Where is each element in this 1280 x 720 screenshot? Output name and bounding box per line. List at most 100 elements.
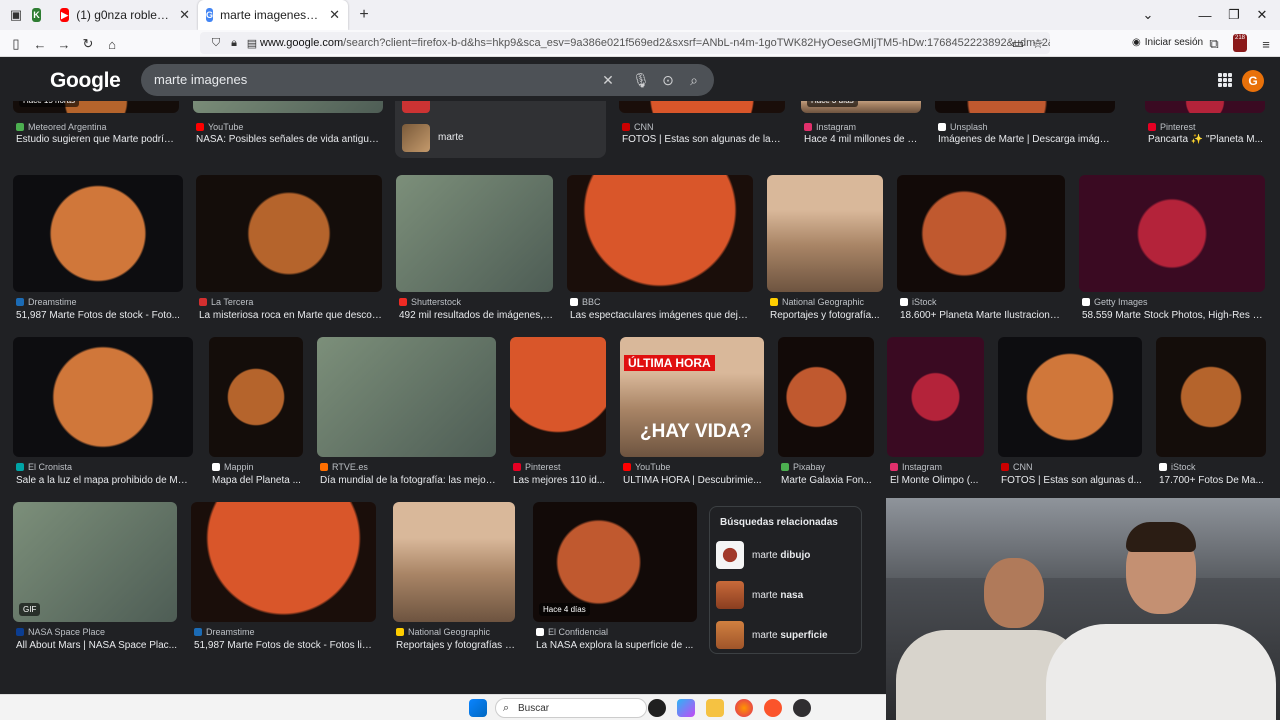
result-caption[interactable]: FOTOS | Estas son algunas d... [1001, 475, 1142, 486]
result-source[interactable]: Mappin [212, 462, 254, 472]
reload-icon[interactable]: ↻ [76, 32, 100, 56]
result-caption[interactable]: La misteriosa roca en Marte que descon..… [199, 310, 382, 321]
bookmark-star-icon[interactable]: ☆ [1026, 32, 1050, 56]
result-thumbnail[interactable] [13, 175, 183, 292]
result-source[interactable]: El Confidencial [536, 627, 608, 637]
back-icon[interactable]: ← [28, 32, 52, 56]
result-thumbnail[interactable] [567, 175, 753, 292]
image-result-card[interactable]: Dreamstime 51,987 Marte Fotos de stock - … [191, 502, 376, 654]
page-info-icon[interactable]: ▤ [240, 32, 264, 54]
firefox-icon[interactable] [735, 699, 753, 717]
file-explorer-icon[interactable] [706, 699, 724, 717]
image-result-card[interactable]: CNN FOTOS | Estas son algunas d... [998, 337, 1142, 489]
result-caption[interactable]: Mapa del Planeta ... [212, 475, 303, 486]
windows-start-icon[interactable] [469, 699, 487, 717]
result-thumbnail[interactable] [767, 175, 883, 292]
result-source[interactable]: CNN [622, 122, 654, 132]
result-caption[interactable]: Reportajes y fotografía... [770, 310, 883, 321]
search-icon[interactable]: ⌕ [684, 70, 704, 90]
image-result-card[interactable]: Getty Images 58.559 Marte Stock Photos, H… [1079, 175, 1265, 324]
result-thumbnail[interactable]: Hace 3 días [801, 101, 921, 113]
result-source[interactable]: Dreamstime [16, 297, 77, 307]
result-source[interactable]: El Cronista [16, 462, 72, 472]
result-source[interactable]: iStock [1159, 462, 1196, 472]
image-result-card[interactable]: RTVE.es Día mundial de la fotografía: las… [317, 337, 496, 489]
result-caption[interactable]: El Monte Olimpo (... [890, 475, 984, 486]
result-thumbnail[interactable] [778, 337, 874, 457]
image-result-card[interactable]: ÚLTIMA HORA ¿HAY VIDA? YouTube ÚLTIMA HORA … [620, 337, 764, 489]
url-bar[interactable]: ⛉ 🔒︎ ▤ www.google.com/search?client=fire… [200, 32, 1050, 54]
image-result-card[interactable]: YouTube NASA: Posibles señales de vida an… [193, 101, 383, 148]
image-result-card[interactable]: La Tercera La misteriosa roca en Marte qu… [196, 175, 382, 324]
result-caption[interactable]: Sale a la luz el mapa prohibido de Mar..… [16, 475, 193, 486]
image-result-card[interactable]: Hace 4 días El Confidencial La NASA explor… [533, 502, 697, 654]
result-thumbnail[interactable]: ÚLTIMA HORA ¿HAY VIDA? [620, 337, 764, 457]
related-search-item[interactable]: marte superficie [716, 619, 856, 651]
result-source[interactable]: Pinterest [1148, 122, 1196, 132]
signin-button[interactable]: ◉ Iniciar sesión [1132, 37, 1203, 48]
result-thumbnail[interactable] [510, 337, 606, 457]
result-thumbnail[interactable] [193, 101, 383, 113]
image-result-card[interactable]: Pinterest Pancarta ✨ "Planeta M... [1145, 101, 1265, 148]
result-source[interactable]: National Geographic [396, 627, 490, 637]
image-result-card[interactable]: Unsplash Imágenes de Marte | Descarga imá… [935, 101, 1115, 148]
tab-youtube[interactable]: ▶ (1) g0nza robles - YouTube ✕ [52, 0, 198, 30]
close-tab-icon[interactable]: ✕ [321, 7, 340, 23]
voice-search-icon[interactable]: 🎙︎ [631, 70, 651, 90]
result-caption[interactable]: All About Mars | NASA Space Plac... [16, 640, 177, 651]
result-source[interactable]: BBC [570, 297, 601, 307]
image-result-card[interactable]: iStock 17.700+ Fotos De Ma... [1156, 337, 1266, 489]
result-thumbnail[interactable] [935, 101, 1115, 113]
forward-icon[interactable]: → [52, 32, 76, 56]
related-search-item[interactable]: marte nasa [716, 579, 856, 611]
result-caption[interactable]: Marte Galaxia Fon... [781, 475, 874, 486]
image-result-card[interactable]: Mappin Mapa del Planeta ... [209, 337, 303, 489]
image-result-card[interactable]: El Cronista Sale a la luz el mapa prohibi… [13, 337, 193, 489]
result-source[interactable]: Instagram [890, 462, 942, 472]
result-thumbnail[interactable] [1079, 175, 1265, 292]
result-caption[interactable]: 17.700+ Fotos De Ma... [1159, 475, 1266, 486]
related-search-item[interactable]: marte dibujo [716, 539, 856, 571]
image-result-card[interactable]: National Geographic Reportajes y fotograf… [393, 502, 515, 654]
image-result-card[interactable]: Shutterstock 492 mil resultados de imágen… [396, 175, 553, 324]
result-caption[interactable]: Día mundial de la fotografía: las mejor.… [320, 475, 496, 486]
chatgpt-icon[interactable] [648, 699, 666, 717]
result-caption[interactable]: ÚLTIMA HORA | Descubrimie... [623, 475, 764, 486]
result-source[interactable]: CNN [1001, 462, 1033, 472]
result-source[interactable]: Meteored Argentina [16, 122, 107, 132]
google-logo[interactable]: Google [50, 69, 121, 93]
tab-overflow-icon[interactable]: ⌄ [1128, 0, 1168, 30]
extension-badge[interactable]: 218 [1233, 34, 1247, 52]
result-caption[interactable]: NASA: Posibles señales de vida antigua .… [196, 134, 383, 145]
new-tab-button[interactable]: + [352, 3, 376, 27]
result-caption[interactable]: Las espectaculares imágenes que deja ... [570, 310, 753, 321]
result-thumbnail[interactable]: Hace 15 horas [13, 101, 179, 113]
search-input[interactable]: marte imagenes [154, 72, 247, 87]
result-source[interactable]: NASA Space Place [16, 627, 105, 637]
image-result-card[interactable]: Pinterest Las mejores 110 id... [510, 337, 606, 489]
image-result-card[interactable]: Pixabay Marte Galaxia Fon... [778, 337, 874, 489]
menu-icon[interactable]: ≡ [1254, 32, 1278, 56]
sidebar-icon[interactable]: ▯ [4, 32, 28, 56]
result-source[interactable]: YouTube [623, 462, 670, 472]
account-avatar[interactable]: G [1242, 70, 1264, 92]
result-source[interactable]: National Geographic [770, 297, 864, 307]
result-thumbnail[interactable]: GIF [13, 502, 177, 622]
result-caption[interactable]: Estudio sugieren que Marte podría ... [16, 134, 179, 145]
result-thumbnail[interactable] [196, 175, 382, 292]
result-source[interactable]: YouTube [196, 122, 243, 132]
result-caption[interactable]: Imágenes de Marte | Descarga imágenes ..… [938, 134, 1115, 145]
tab-list-icon[interactable]: ▣ [4, 3, 28, 27]
clear-search-icon[interactable]: ✕ [598, 70, 618, 90]
image-result-card[interactable]: BBC Las espectaculares imágenes que deja … [567, 175, 753, 324]
brave-icon[interactable] [764, 699, 782, 717]
home-icon[interactable]: ⌂ [100, 32, 124, 56]
suggestion-item-partial[interactable] [402, 101, 430, 113]
image-result-card[interactable]: National Geographic Reportajes y fotograf… [767, 175, 883, 324]
result-source[interactable]: Shutterstock [399, 297, 461, 307]
image-result-card[interactable]: Hace 15 horas Meteored Argentina Estudio s… [13, 101, 179, 148]
result-thumbnail[interactable] [1145, 101, 1265, 113]
image-result-card[interactable]: CNN FOTOS | Estas son algunas de las ... [619, 101, 785, 148]
close-window-icon[interactable]: ✕ [1242, 0, 1280, 30]
result-caption[interactable]: La NASA explora la superficie de ... [536, 640, 697, 651]
